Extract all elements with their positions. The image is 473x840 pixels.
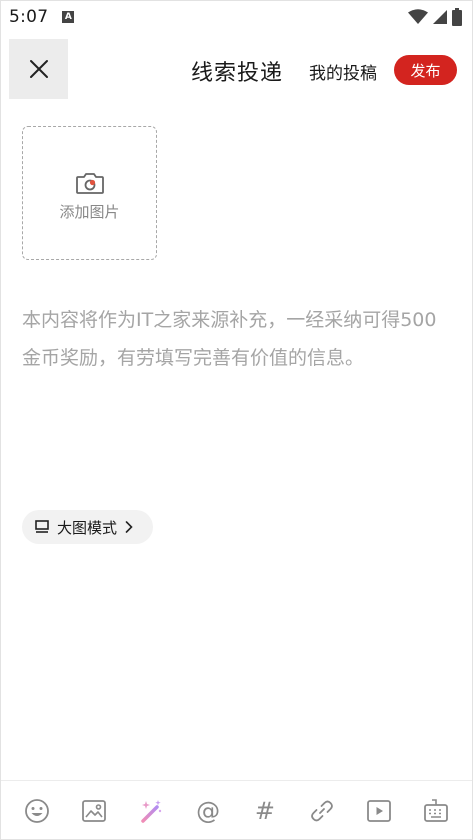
status-indicators	[408, 8, 462, 26]
status-bar: 5:07 A	[1, 1, 472, 33]
my-posts-link[interactable]: 我的投稿	[309, 59, 377, 84]
emoji-button[interactable]	[17, 791, 57, 831]
video-button[interactable]	[359, 791, 399, 831]
signal-icon	[433, 10, 447, 24]
wifi-icon	[408, 9, 428, 24]
link-icon	[310, 800, 333, 822]
add-image-button[interactable]: 添加图片	[22, 126, 157, 260]
close-icon	[29, 60, 48, 78]
large-image-mode-toggle[interactable]: 大图模式	[22, 510, 153, 544]
layout-icon	[35, 520, 49, 533]
notification-a-icon: A	[62, 11, 75, 23]
hashtag-icon: #	[254, 797, 275, 825]
mode-toggle-label: 大图模式	[57, 518, 118, 537]
image-button[interactable]	[74, 791, 114, 831]
emoji-icon	[25, 799, 50, 823]
hashtag-button[interactable]: #	[245, 791, 285, 831]
chevron-right-icon	[125, 521, 133, 533]
image-icon	[82, 800, 107, 822]
close-button[interactable]	[9, 39, 68, 99]
camera-icon	[75, 172, 104, 194]
keyboard-icon	[423, 799, 448, 822]
magic-wand-button[interactable]	[131, 791, 171, 831]
magic-wand-icon	[141, 800, 162, 823]
add-image-label: 添加图片	[59, 202, 120, 221]
header: 线索投递 我的投稿 发布	[1, 39, 472, 99]
video-icon	[366, 800, 391, 822]
publish-button[interactable]: 发布	[394, 55, 457, 85]
page-title: 线索投递	[191, 61, 284, 86]
app-screen: 5:07 A 线索投递 我的投稿 发布 添加图片 本内容将作为IT之家来源补充，…	[0, 0, 473, 840]
keyboard-button[interactable]	[416, 791, 456, 831]
battery-icon	[452, 8, 462, 26]
status-time: 5:07	[9, 7, 49, 27]
mention-icon: @	[196, 797, 221, 825]
mention-button[interactable]: @	[188, 791, 228, 831]
content-input[interactable]: 本内容将作为IT之家来源补充，一经采纳可得500金币奖励，有劳填写完善有价值的信…	[22, 301, 452, 377]
bottom-toolbar: @ #	[1, 780, 472, 839]
link-button[interactable]	[302, 791, 342, 831]
